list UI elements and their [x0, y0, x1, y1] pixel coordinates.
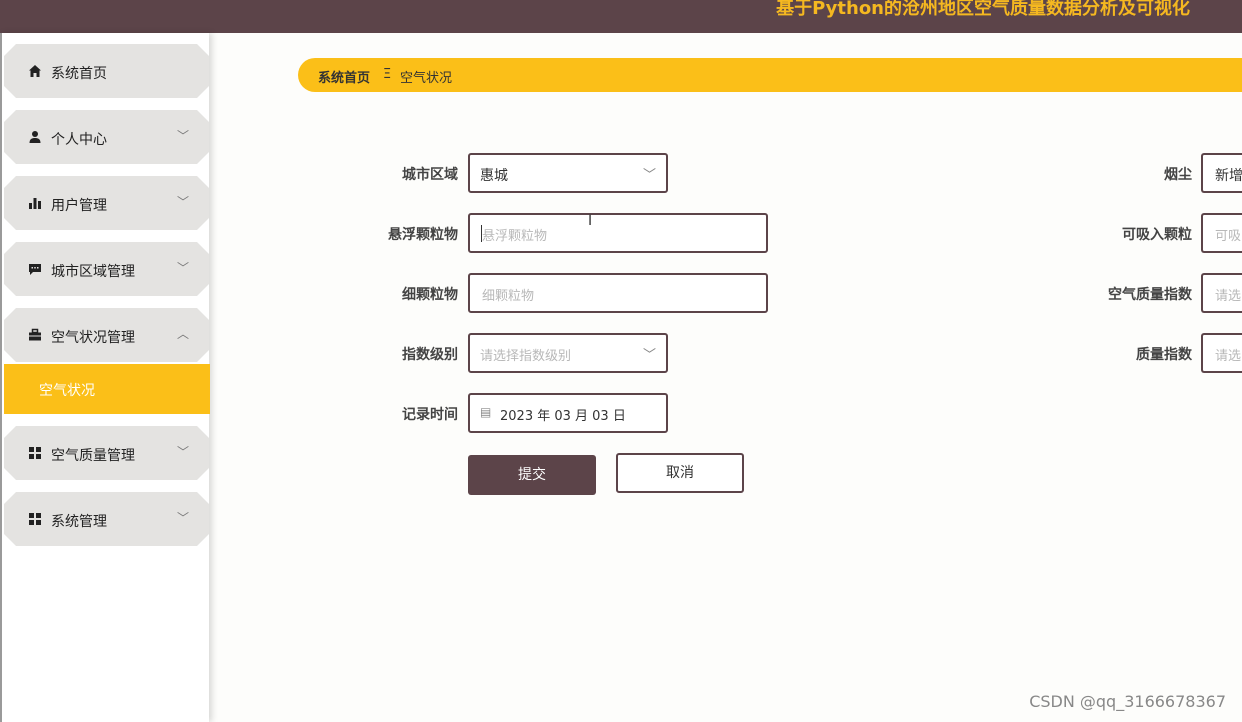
- sidebar-subitem-air-status[interactable]: 空气状况: [4, 364, 210, 414]
- index-level-select[interactable]: 请选择指数级别 ﹀: [468, 333, 668, 373]
- chevron-down-icon: ﹀: [642, 168, 656, 183]
- text-cursor-icon: I: [588, 213, 593, 229]
- record-time-label: 记录时间: [402, 407, 458, 423]
- sidebar-item-air-quality-management[interactable]: 空气质量管理 ﹀: [4, 426, 209, 480]
- sidebar-item-home[interactable]: 系统首页: [4, 44, 209, 98]
- sidebar-item-label: 城市区域管理: [51, 264, 135, 280]
- smoke-dust-input[interactable]: 新增: [1201, 153, 1242, 193]
- chevron-down-icon: ﹀: [176, 195, 189, 209]
- city-area-value: 惠城: [480, 168, 508, 184]
- aqi-label: 空气质量指数: [1108, 287, 1192, 303]
- briefcase-icon: [28, 328, 42, 342]
- chevron-up-icon: ︿: [176, 327, 189, 341]
- sidebar-item-label: 用户管理: [51, 198, 107, 214]
- chevron-down-icon: ﹀: [176, 129, 189, 143]
- smoke-dust-label: 烟尘: [1164, 167, 1192, 183]
- chevron-down-icon: ﹀: [642, 348, 656, 363]
- top-header: 基于Python的沧州地区空气质量数据分析及可视化: [0, 0, 1242, 33]
- app-title: 基于Python的沧州地区空气质量数据分析及可视化: [776, 0, 1190, 19]
- sidebar-item-user-management[interactable]: 用户管理 ﹀: [4, 176, 209, 230]
- quality-index-select[interactable]: 请选: [1201, 333, 1242, 373]
- sidebar-item-city-area-management[interactable]: 城市区域管理 ﹀: [4, 242, 209, 296]
- sidebar: 系统首页 个人中心 ﹀ 用户管理 ﹀ 城市区域管理 ﹀ 空气状况管理 ︿ 空气状…: [0, 33, 210, 722]
- submit-button[interactable]: 提交: [468, 455, 596, 495]
- inhalable-particles-placeholder: 可吸: [1215, 229, 1242, 244]
- fine-particles-placeholder: 细颗粒物: [482, 289, 535, 304]
- bar-chart-icon: [28, 196, 42, 210]
- breadcrumb: 系统首页 Ξ 空气状况: [298, 58, 1242, 92]
- chevron-down-icon: ﹀: [176, 511, 189, 525]
- grid-icon: [28, 512, 42, 526]
- chevron-down-icon: ﹀: [176, 261, 189, 275]
- breadcrumb-current: 空气状况: [400, 71, 453, 86]
- sidebar-item-air-status-management[interactable]: 空气状况管理 ︿: [4, 308, 209, 362]
- chevron-down-icon: ﹀: [176, 445, 189, 459]
- sidebar-item-label: 个人中心: [51, 132, 107, 148]
- watermark: CSDN @qq_3166678367: [1029, 692, 1226, 711]
- person-icon: [28, 130, 42, 144]
- home-icon: [28, 64, 42, 78]
- sidebar-item-label: 系统管理: [51, 514, 107, 530]
- fine-particles-input[interactable]: 细颗粒物: [468, 273, 768, 313]
- cancel-button[interactable]: 取消: [616, 453, 744, 493]
- city-area-label: 城市区域: [402, 167, 458, 183]
- sidebar-item-label: 系统首页: [51, 66, 107, 82]
- sidebar-item-personal-center[interactable]: 个人中心 ﹀: [4, 110, 209, 164]
- calendar-icon: ▤: [480, 405, 492, 419]
- aqi-placeholder: 请选: [1215, 289, 1242, 304]
- record-time-date-picker[interactable]: ▤ 2023 年 03 月 03 日: [468, 393, 668, 433]
- suspended-particles-label: 悬浮颗粒物: [388, 227, 458, 243]
- breadcrumb-separator-icon: Ξ: [383, 67, 392, 82]
- smoke-dust-value: 新增: [1215, 168, 1242, 184]
- record-time-value: 2023 年 03 月 03 日: [500, 409, 626, 424]
- suspended-particles-placeholder: 悬浮颗粒物: [482, 229, 548, 244]
- message-icon: [28, 262, 42, 276]
- quality-index-placeholder: 请选: [1215, 349, 1242, 364]
- sidebar-subitem-label: 空气状况: [39, 383, 95, 399]
- index-level-label: 指数级别: [402, 347, 458, 363]
- sidebar-item-label: 空气状况管理: [51, 330, 135, 346]
- inhalable-particles-label: 可吸入颗粒: [1122, 227, 1192, 243]
- aqi-input[interactable]: 请选: [1201, 273, 1242, 313]
- sidebar-item-label: 空气质量管理: [51, 448, 135, 464]
- inhalable-particles-input[interactable]: 可吸: [1201, 213, 1242, 253]
- suspended-particles-input[interactable]: 悬浮颗粒物: [468, 213, 768, 253]
- grid-icon: [28, 446, 42, 460]
- fine-particles-label: 细颗粒物: [402, 287, 458, 303]
- breadcrumb-home[interactable]: 系统首页: [318, 67, 370, 86]
- quality-index-label: 质量指数: [1136, 347, 1192, 363]
- index-level-placeholder: 请选择指数级别: [480, 349, 572, 364]
- city-area-select[interactable]: 惠城 ﹀: [468, 153, 668, 193]
- sidebar-item-system-management[interactable]: 系统管理 ﹀: [4, 492, 209, 546]
